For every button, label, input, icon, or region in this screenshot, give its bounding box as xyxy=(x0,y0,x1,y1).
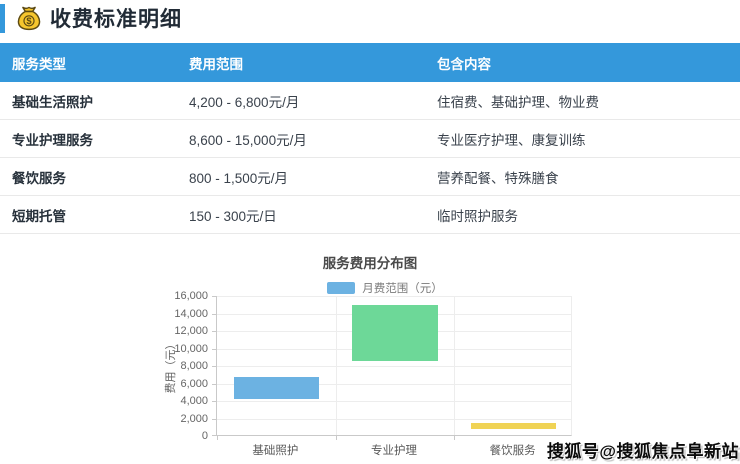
table-row: 基础生活照护 4,200 - 6,800元/月 住宿费、基础护理、物业费 xyxy=(0,82,740,120)
column-header-service-type: 服务类型 xyxy=(0,53,177,73)
sohu-watermark: 搜狐号@搜狐焦点阜新站 xyxy=(547,437,739,462)
table-row: 餐饮服务 800 - 1,500元/月 营养配餐、特殊膳食 xyxy=(0,158,740,196)
y-axis-tick-label: 4,000 xyxy=(156,395,208,407)
range-bar-专业护理[interactable] xyxy=(352,305,437,361)
gridline-vertical xyxy=(454,296,455,435)
gridline-horizontal xyxy=(217,401,571,402)
y-axis-tick-label: 0 xyxy=(156,430,208,442)
y-axis-tick-label: 8,000 xyxy=(156,360,208,372)
table-row: 专业护理服务 8,600 - 15,000元/月 专业医疗护理、康复训练 xyxy=(0,120,740,158)
fee-range-cell: 800 - 1,500元/月 xyxy=(177,167,425,187)
range-bar-餐饮服务[interactable] xyxy=(471,423,556,429)
fee-range-cell: 150 - 300元/日 xyxy=(177,205,425,225)
page: $ 收费标准明细 服务类型 费用范围 包含内容 基础生活照护 4,200 - 6… xyxy=(0,0,740,464)
service-type-cell: 基础生活照护 xyxy=(0,91,177,111)
x-axis-category-label: 专业护理 xyxy=(335,442,454,458)
fee-range-cell: 4,200 - 6,800元/月 xyxy=(177,91,425,111)
x-axis-tick-mark xyxy=(454,436,455,440)
service-type-cell: 专业护理服务 xyxy=(0,129,177,149)
range-bar-基础照护[interactable] xyxy=(234,377,319,400)
y-axis-tick-label: 6,000 xyxy=(156,378,208,390)
y-axis-tick-label: 12,000 xyxy=(156,325,208,337)
fee-range-cell: 8,600 - 15,000元/月 xyxy=(177,129,425,149)
page-title: 收费标准明细 xyxy=(50,3,182,33)
includes-cell: 住宿费、基础护理、物业费 xyxy=(425,91,740,111)
chart-legend[interactable]: 月费范围（元） xyxy=(15,280,740,296)
includes-cell: 营养配餐、特殊膳食 xyxy=(425,167,740,187)
accent-bar xyxy=(0,4,5,33)
gridline-horizontal xyxy=(217,419,571,420)
x-axis-tick-mark xyxy=(217,436,218,440)
x-axis-tick-mark xyxy=(336,436,337,440)
gridline-horizontal xyxy=(217,296,571,297)
column-header-fee-range: 费用范围 xyxy=(177,53,425,73)
table-row: 短期托管 150 - 300元/日 临时照护服务 xyxy=(0,196,740,234)
gridline-vertical xyxy=(336,296,337,435)
column-header-includes: 包含内容 xyxy=(425,53,740,73)
service-type-cell: 短期托管 xyxy=(0,205,177,225)
includes-cell: 专业医疗护理、康复训练 xyxy=(425,129,740,149)
svg-text:$: $ xyxy=(26,16,32,26)
plot-area xyxy=(216,296,572,436)
fee-table: 服务类型 费用范围 包含内容 基础生活照护 4,200 - 6,800元/月 住… xyxy=(0,43,740,234)
chart-title: 服务费用分布图 xyxy=(0,252,740,272)
includes-cell: 临时照护服务 xyxy=(425,205,740,225)
fee-distribution-chart: 服务费用分布图 月费范围（元） 费用（元） 02,0004,0006,0008,… xyxy=(0,248,740,464)
section-header: $ 收费标准明细 xyxy=(0,2,182,34)
legend-label: 月费范围（元） xyxy=(362,280,443,296)
y-axis-tick-label: 2,000 xyxy=(156,413,208,425)
gridline-horizontal xyxy=(217,366,571,367)
service-type-cell: 餐饮服务 xyxy=(0,167,177,187)
y-axis-tick-label: 16,000 xyxy=(156,290,208,302)
table-header-row: 服务类型 费用范围 包含内容 xyxy=(0,43,740,82)
x-axis-labels: 基础照护专业护理餐饮服务 xyxy=(216,442,572,458)
y-axis-tick-label: 14,000 xyxy=(156,308,208,320)
x-axis-category-label: 基础照护 xyxy=(216,442,335,458)
y-axis-tick-labels: 02,0004,0006,0008,00010,00012,00014,0001… xyxy=(156,296,211,436)
legend-swatch xyxy=(327,282,355,294)
money-bag-icon: $ xyxy=(16,4,42,32)
y-axis-tick-label: 10,000 xyxy=(156,343,208,355)
